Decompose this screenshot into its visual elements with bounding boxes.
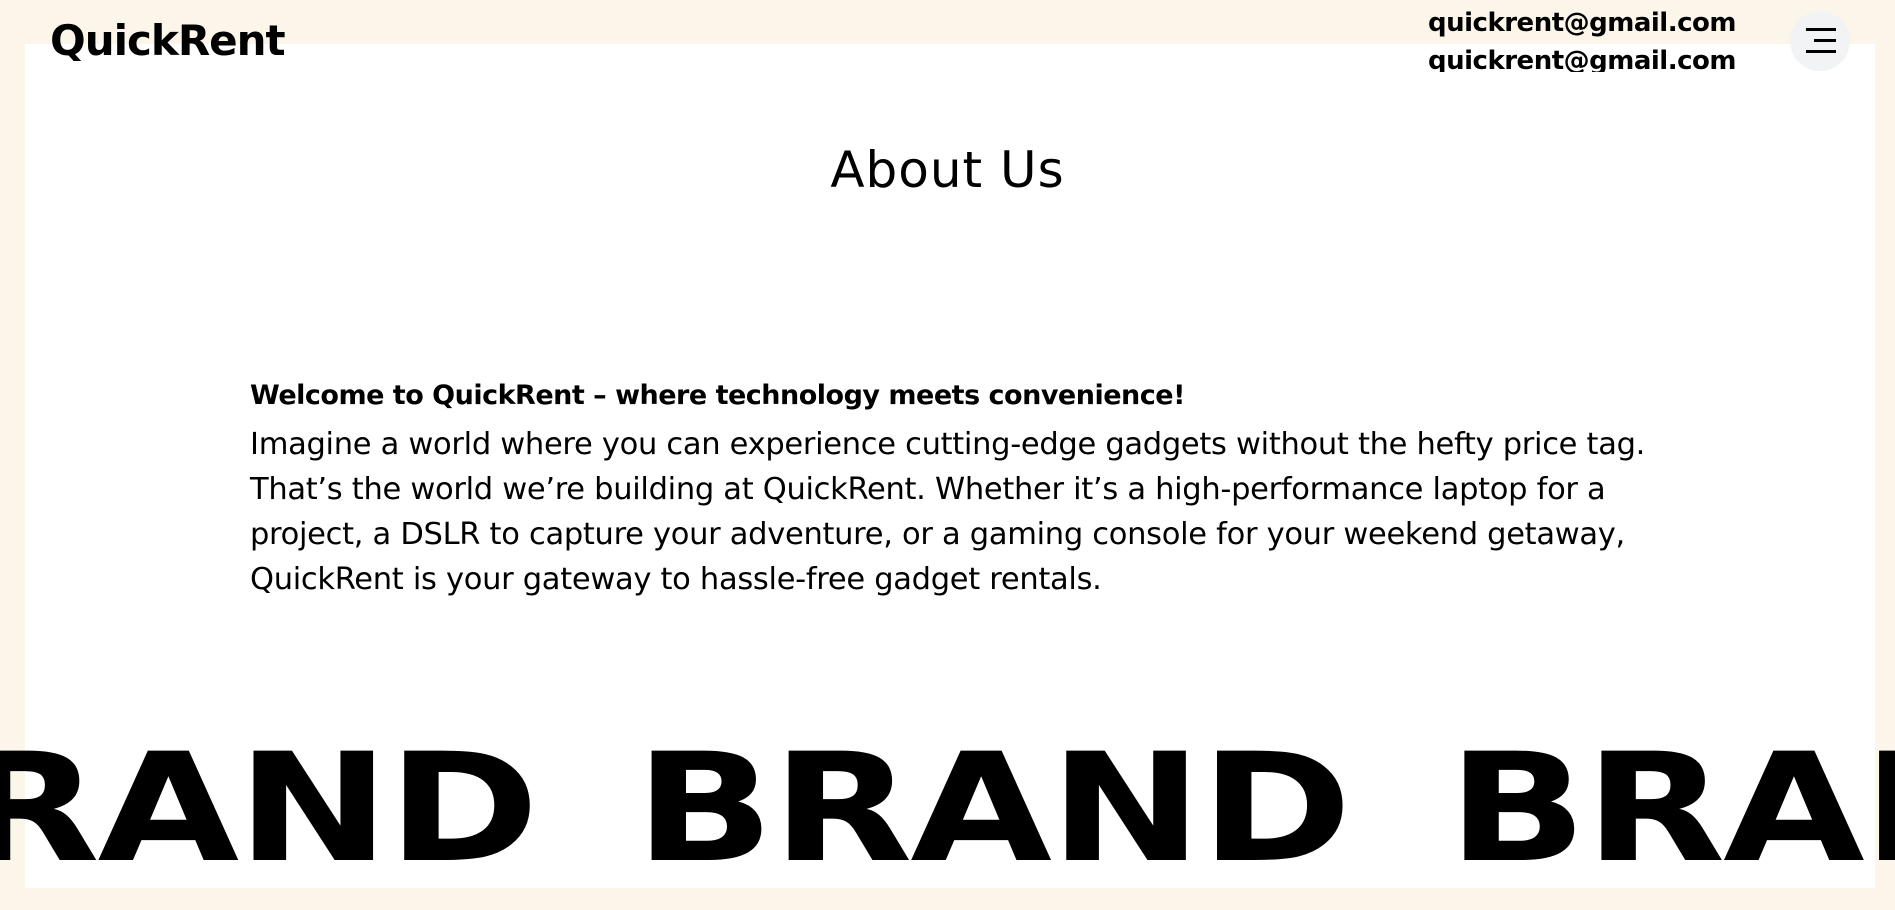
intro-text: Imagine a world where you can experience… (250, 427, 1646, 597)
marquee-word: BRAND (0, 747, 539, 873)
page-title: About Us (830, 141, 1065, 199)
brand-logo[interactable]: QuickRent (50, 20, 286, 62)
brand-marquee: BRAND BRAND BRAND (0, 747, 1895, 873)
menu-icon (1806, 28, 1836, 54)
contact-email[interactable]: quickrent@gmail.com (1428, 4, 1758, 42)
marquee-word: BRAND (1447, 747, 1895, 873)
marquee-word: BRAND (634, 747, 1352, 873)
contact-email-ticker: quickrent@gmail.com quickrent@gmail.com (1428, 4, 1758, 72)
contact-email[interactable]: quickrent@gmail.com (1428, 42, 1758, 72)
about-intro: Welcome to QuickRent – where technology … (250, 376, 1670, 602)
intro-heading: Welcome to QuickRent – where technology … (250, 380, 1185, 411)
menu-button[interactable] (1790, 11, 1850, 71)
marquee-track: BRAND BRAND BRAND (0, 747, 1895, 873)
